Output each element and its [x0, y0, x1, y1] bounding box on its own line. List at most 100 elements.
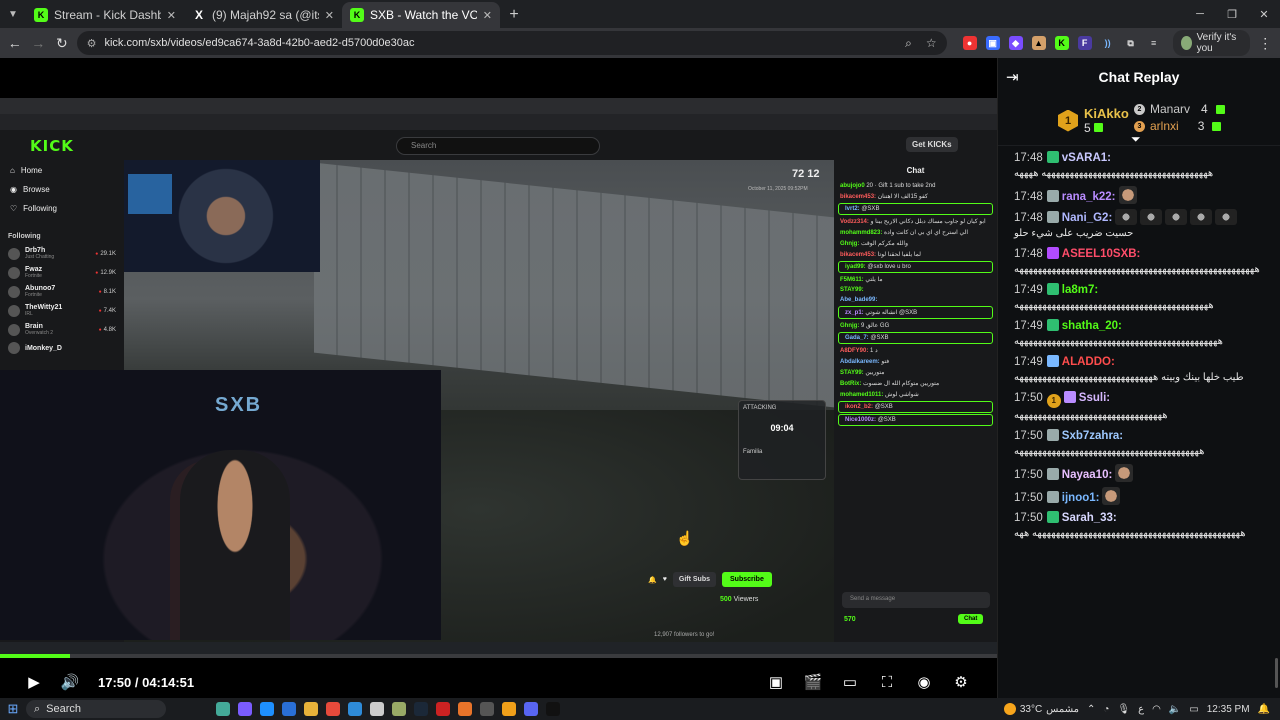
speaker-icon[interactable]: 🔈	[1169, 704, 1181, 715]
weather-widget[interactable]: 33°C مشمس	[1003, 703, 1079, 715]
avatar	[8, 285, 20, 298]
chat-message[interactable]: 17:50 Nayaa10:	[1014, 464, 1266, 483]
clock[interactable]: 12:35 PM	[1207, 704, 1250, 715]
settings-gear-icon[interactable]: ⚙	[943, 668, 979, 696]
chat-message[interactable]: 17:49 shatha_20: ههههههههههههههههههههههههه…	[1014, 318, 1266, 350]
leaderboard-second[interactable]: 2 Manarv 4	[1134, 102, 1225, 116]
chat-message[interactable]: 17:48 vSARA1: هههههههههههههههههههههههههههه…	[1014, 150, 1266, 182]
avatar	[8, 323, 20, 336]
more-menu-icon[interactable]: ⋮	[1256, 32, 1274, 54]
miniplayer-icon[interactable]: ▣	[758, 668, 794, 696]
volume-icon[interactable]: 🔊	[52, 668, 88, 696]
puzzle-icon[interactable]: ⧉	[1124, 36, 1138, 50]
file-explorer-icon[interactable]	[304, 702, 318, 716]
taskbar-search[interactable]: ⌕ Search	[26, 700, 166, 718]
app-icon[interactable]	[238, 702, 252, 716]
chevron-up-icon[interactable]: ⌃	[1087, 704, 1095, 715]
app-icon[interactable]	[348, 702, 362, 716]
windows-start-icon[interactable]: ⊞	[0, 701, 26, 717]
reload-icon[interactable]: ↻	[53, 32, 71, 54]
user-badge-icon	[1046, 283, 1059, 295]
seek-bar[interactable]	[0, 654, 997, 658]
address-bar[interactable]: ⚙ kick.com/sxb/videos/ed9ca674-3a8d-42b0…	[76, 31, 947, 55]
app-icon[interactable]	[392, 702, 406, 716]
forward-icon[interactable]: →	[30, 32, 48, 54]
profile-button[interactable]: Verify it's you	[1172, 30, 1251, 56]
message-username: vSARA1:	[1061, 152, 1111, 164]
clip-icon[interactable]: 🎬	[795, 668, 831, 696]
extension-icon[interactable]: ●	[962, 36, 977, 50]
wifi-icon[interactable]: ◠	[1152, 704, 1161, 715]
chat-scrollbar[interactable]	[1275, 658, 1278, 688]
tab-sxb-vod[interactable]: K SXB - Watch the VOD on Kick ✕	[342, 2, 500, 28]
leaderboard-first[interactable]: 1 KiAkko 5	[1058, 106, 1129, 135]
url-text[interactable]: kick.com/sxb/videos/ed9ca674-3a8d-42b0-a…	[104, 37, 897, 49]
notifications-bell-icon[interactable]: 🔔	[1258, 704, 1270, 715]
task-view-icon[interactable]	[216, 702, 230, 716]
minimize-icon[interactable]: ─	[1184, 0, 1216, 28]
user-badge-icon	[1046, 511, 1059, 523]
playback-speed-icon[interactable]: ◉	[906, 668, 942, 696]
extension-icon[interactable]: F	[1077, 36, 1092, 50]
site-info-icon[interactable]: ⚙	[87, 37, 97, 50]
steam-icon[interactable]	[414, 702, 428, 716]
shield-icon[interactable]: ◆	[1008, 36, 1023, 50]
theater-mode-icon[interactable]: ▭	[832, 668, 868, 696]
app-icon[interactable]	[458, 702, 472, 716]
chat-message[interactable]: 17:50 Sxb7zahra: ههههههههههههههههههههههههه…	[1014, 428, 1266, 460]
app-icon[interactable]	[436, 702, 450, 716]
chat-message[interactable]: 17:49 la8m7: ههههههههههههههههههههههههههههه…	[1014, 282, 1266, 314]
microphone-icon[interactable]: 🎙	[1117, 704, 1130, 715]
inner-send-message: Send a message	[842, 592, 990, 608]
bookmark-star-icon[interactable]: ☆	[926, 36, 937, 51]
app-icon[interactable]	[502, 702, 516, 716]
close-icon[interactable]: ✕	[325, 9, 334, 22]
avatar	[8, 342, 20, 354]
inner-chat-line: lvrt2: @SXB	[838, 203, 993, 215]
close-window-icon[interactable]: ✕	[1248, 0, 1280, 28]
back-icon[interactable]: ←	[6, 32, 24, 54]
extension-icon[interactable]: ▲	[1031, 36, 1046, 50]
chat-message[interactable]: 17:50 Sarah_33: هههههههههههههههههههههههههه…	[1014, 510, 1266, 542]
app-icon[interactable]	[370, 702, 384, 716]
subscribe-button: Subscribe	[722, 572, 772, 587]
discord-icon[interactable]	[524, 702, 538, 716]
collapse-chat-icon[interactable]: ⇥	[1006, 68, 1019, 86]
playlist-icon[interactable]: ≡	[1147, 36, 1161, 50]
restore-icon[interactable]: ❐	[1216, 0, 1248, 28]
tab-search-icon[interactable]: ▼	[0, 0, 26, 28]
chrome-icon[interactable]	[326, 702, 340, 716]
app-icon[interactable]	[480, 702, 494, 716]
chat-message[interactable]: 17:48 rana_k22:	[1014, 186, 1266, 205]
language-indicator[interactable]: ع	[1138, 704, 1144, 715]
chat-message[interactable]: 17:50 ijnoo1:	[1014, 487, 1266, 506]
new-tab-button[interactable]: +	[500, 2, 528, 28]
tab-x-profile[interactable]: X (9) Majah92 sa (@itsmajah92) / ✕	[184, 2, 342, 28]
chat-message[interactable]: 17:48 ASEEL10SXB: هههههههههههههههههههههههه…	[1014, 246, 1266, 278]
network-icon[interactable]: ◔	[1103, 704, 1109, 715]
play-icon[interactable]: ▶	[16, 668, 52, 696]
tiktok-icon[interactable]	[546, 702, 560, 716]
leaderboard-third[interactable]: 3 arlnxi 3	[1134, 119, 1225, 133]
edge-icon[interactable]	[260, 702, 274, 716]
kicks-count: 570	[844, 616, 856, 623]
battery-icon[interactable]: ▭	[1189, 704, 1198, 715]
app-icon[interactable]	[282, 702, 296, 716]
chat-message[interactable]: 17:49 ALADDO: طيب خلها بينك وبينه هههههههه…	[1014, 354, 1266, 386]
tab-kick-dashboard[interactable]: K Stream - Kick Dashboard ✕	[26, 2, 184, 28]
chat-message[interactable]: 17:50 1 Ssuli: هههههههههههههههههههههههههههه…	[1014, 390, 1266, 424]
extension-icon[interactable]: ▣	[985, 36, 1000, 50]
filter-icon[interactable]: ⏷	[1131, 132, 1141, 147]
message-username: shatha_20:	[1061, 320, 1122, 332]
windows-taskbar: ⊞ ⌕ Search 33°C مشمس ⌃ ◔ 🎙 ع ◠ 🔈 ▭ 12:35…	[0, 698, 1280, 720]
video-player[interactable]: KICK Search Get KICKs ⌂ Home ◉ Browse ♡ …	[0, 58, 997, 698]
close-icon[interactable]: ✕	[167, 9, 176, 22]
kick-icon[interactable]: K	[1054, 36, 1069, 50]
message-username: Sarah_33:	[1061, 512, 1117, 524]
fullscreen-icon[interactable]: ⛶	[869, 668, 905, 696]
close-icon[interactable]: ✕	[483, 9, 492, 22]
chat-message[interactable]: 17:48 Nani_G2: حسيت ضريب على شيء حلو	[1014, 209, 1266, 242]
extension-icon[interactable]: ))	[1101, 36, 1115, 50]
user-badge-icon	[1046, 429, 1059, 441]
zoom-icon[interactable]: ⌕	[905, 36, 912, 51]
